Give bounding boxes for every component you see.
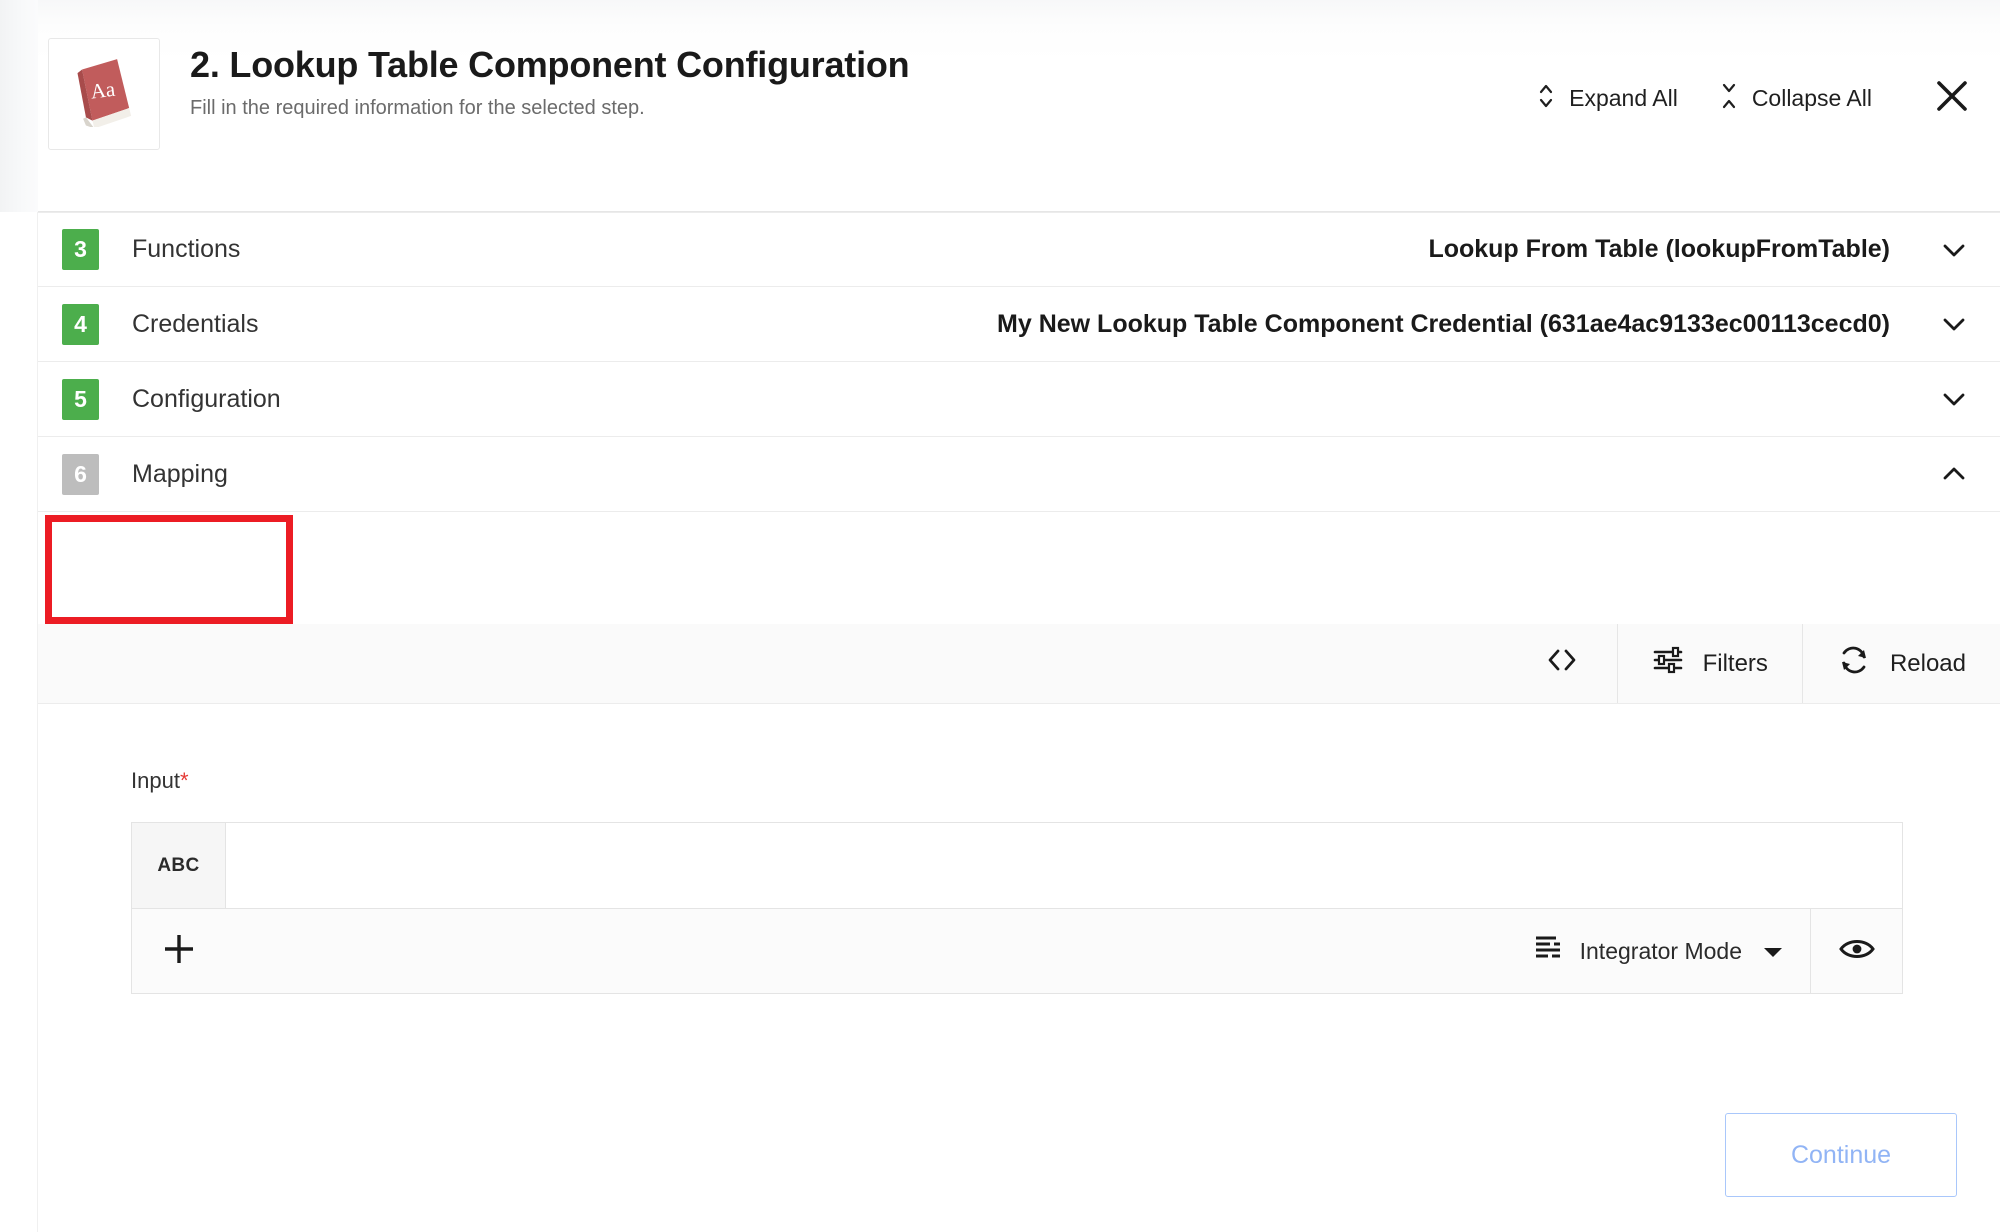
- chevron-down-icon-configuration[interactable]: [1908, 383, 2000, 415]
- accordion-value-functions: Lookup From Table (lookupFromTable): [1428, 235, 1890, 263]
- header-text-block: 2. Lookup Table Component Configuration …: [190, 38, 910, 120]
- accordion-row-mapping[interactable]: 6 Mapping: [38, 437, 2000, 512]
- table-footer-row: Integrator Mode: [132, 909, 1902, 993]
- page-title: 2. Lookup Table Component Configuration: [190, 44, 910, 85]
- accordion-label-functions: Functions: [132, 235, 241, 263]
- left-gutter: [0, 0, 38, 1232]
- accordion-row-configuration[interactable]: 5 Configuration: [38, 362, 2000, 437]
- accordion-value-credentials: My New Lookup Table Component Credential…: [997, 309, 1890, 338]
- collapse-all-label: Collapse All: [1751, 85, 1872, 111]
- column-header-abc[interactable]: ABC: [132, 823, 226, 908]
- code-view-button[interactable]: [1507, 624, 1617, 703]
- chevron-down-icon-credentials[interactable]: [1908, 308, 2000, 340]
- table-value-cell[interactable]: [226, 823, 1902, 908]
- page-subtitle: Fill in the required information for the…: [190, 97, 645, 120]
- mapping-toolbar: Filters Reload: [38, 624, 2000, 704]
- close-button[interactable]: [1932, 76, 1972, 121]
- accordion-label-credentials: Credentials: [132, 309, 259, 338]
- collapse-all-button[interactable]: Collapse All: [1720, 81, 1872, 117]
- continue-button[interactable]: Continue: [1725, 1113, 1957, 1197]
- step-badge-5: 5: [62, 378, 99, 420]
- chevron-down-icon-functions[interactable]: [1908, 234, 2000, 266]
- reload-refresh-icon: [1837, 644, 1871, 683]
- step-badge-6: 6: [62, 453, 99, 495]
- chevron-up-icon-mapping[interactable]: [1908, 458, 2000, 490]
- expand-all-label: Expand All: [1569, 85, 1678, 111]
- close-icon: [1932, 76, 1972, 121]
- filters-button[interactable]: Filters: [1616, 624, 1802, 703]
- input-field-label: Input*: [131, 768, 189, 794]
- input-mapping-table: ABC Integrator Mode: [131, 822, 1903, 994]
- step-accordion: 3 Functions Lookup From Table (lookupFro…: [38, 212, 2000, 512]
- integrator-mode-label: Integrator Mode: [1579, 937, 1742, 964]
- expand-all-icon: [1537, 81, 1555, 117]
- mapping-body: Input* ABC Integrator Mode: [38, 704, 2000, 1232]
- filters-label: Filters: [1702, 649, 1768, 677]
- reload-label: Reload: [1889, 649, 1966, 677]
- step-badge-3: 3: [62, 229, 99, 270]
- dictionary-book-icon: Aa: [73, 57, 135, 132]
- footer-spacer: [226, 909, 1514, 993]
- svg-text:Aa: Aa: [89, 76, 117, 103]
- accordion-label-configuration: Configuration: [132, 384, 281, 413]
- component-icon-container: Aa: [48, 38, 160, 150]
- modal-header: Aa 2. Lookup Table Component Configurati…: [38, 0, 2000, 212]
- preview-toggle-button[interactable]: [1810, 909, 1902, 993]
- collapse-all-icon: [1720, 81, 1738, 117]
- expand-all-button[interactable]: Expand All: [1537, 81, 1678, 117]
- step-badge-4: 4: [62, 303, 99, 345]
- eye-icon: [1838, 934, 1876, 969]
- gutter-shade: [0, 0, 38, 212]
- input-label-text: Input: [131, 768, 180, 793]
- accordion-label-mapping: Mapping: [132, 459, 228, 488]
- accordion-row-credentials[interactable]: 4 Credentials My New Lookup Table Compon…: [38, 287, 2000, 362]
- plus-icon: [160, 930, 198, 973]
- filters-sliders-icon: [1652, 644, 1684, 683]
- integrator-mode-dropdown[interactable]: Integrator Mode: [1514, 909, 1810, 993]
- add-row-button[interactable]: [132, 909, 226, 993]
- code-brackets-icon: [1545, 645, 1579, 682]
- annotation-highlight-mapping: [45, 515, 293, 624]
- header-actions: Expand All Collapse All: [1537, 76, 1972, 121]
- reload-button[interactable]: Reload: [1801, 624, 2000, 703]
- accordion-row-functions[interactable]: 3 Functions Lookup From Table (lookupFro…: [38, 212, 2000, 287]
- required-marker: *: [179, 768, 189, 793]
- chevron-down-icon-mode: [1762, 938, 1784, 965]
- list-view-icon: [1534, 934, 1564, 968]
- table-header-row: ABC: [132, 823, 1902, 909]
